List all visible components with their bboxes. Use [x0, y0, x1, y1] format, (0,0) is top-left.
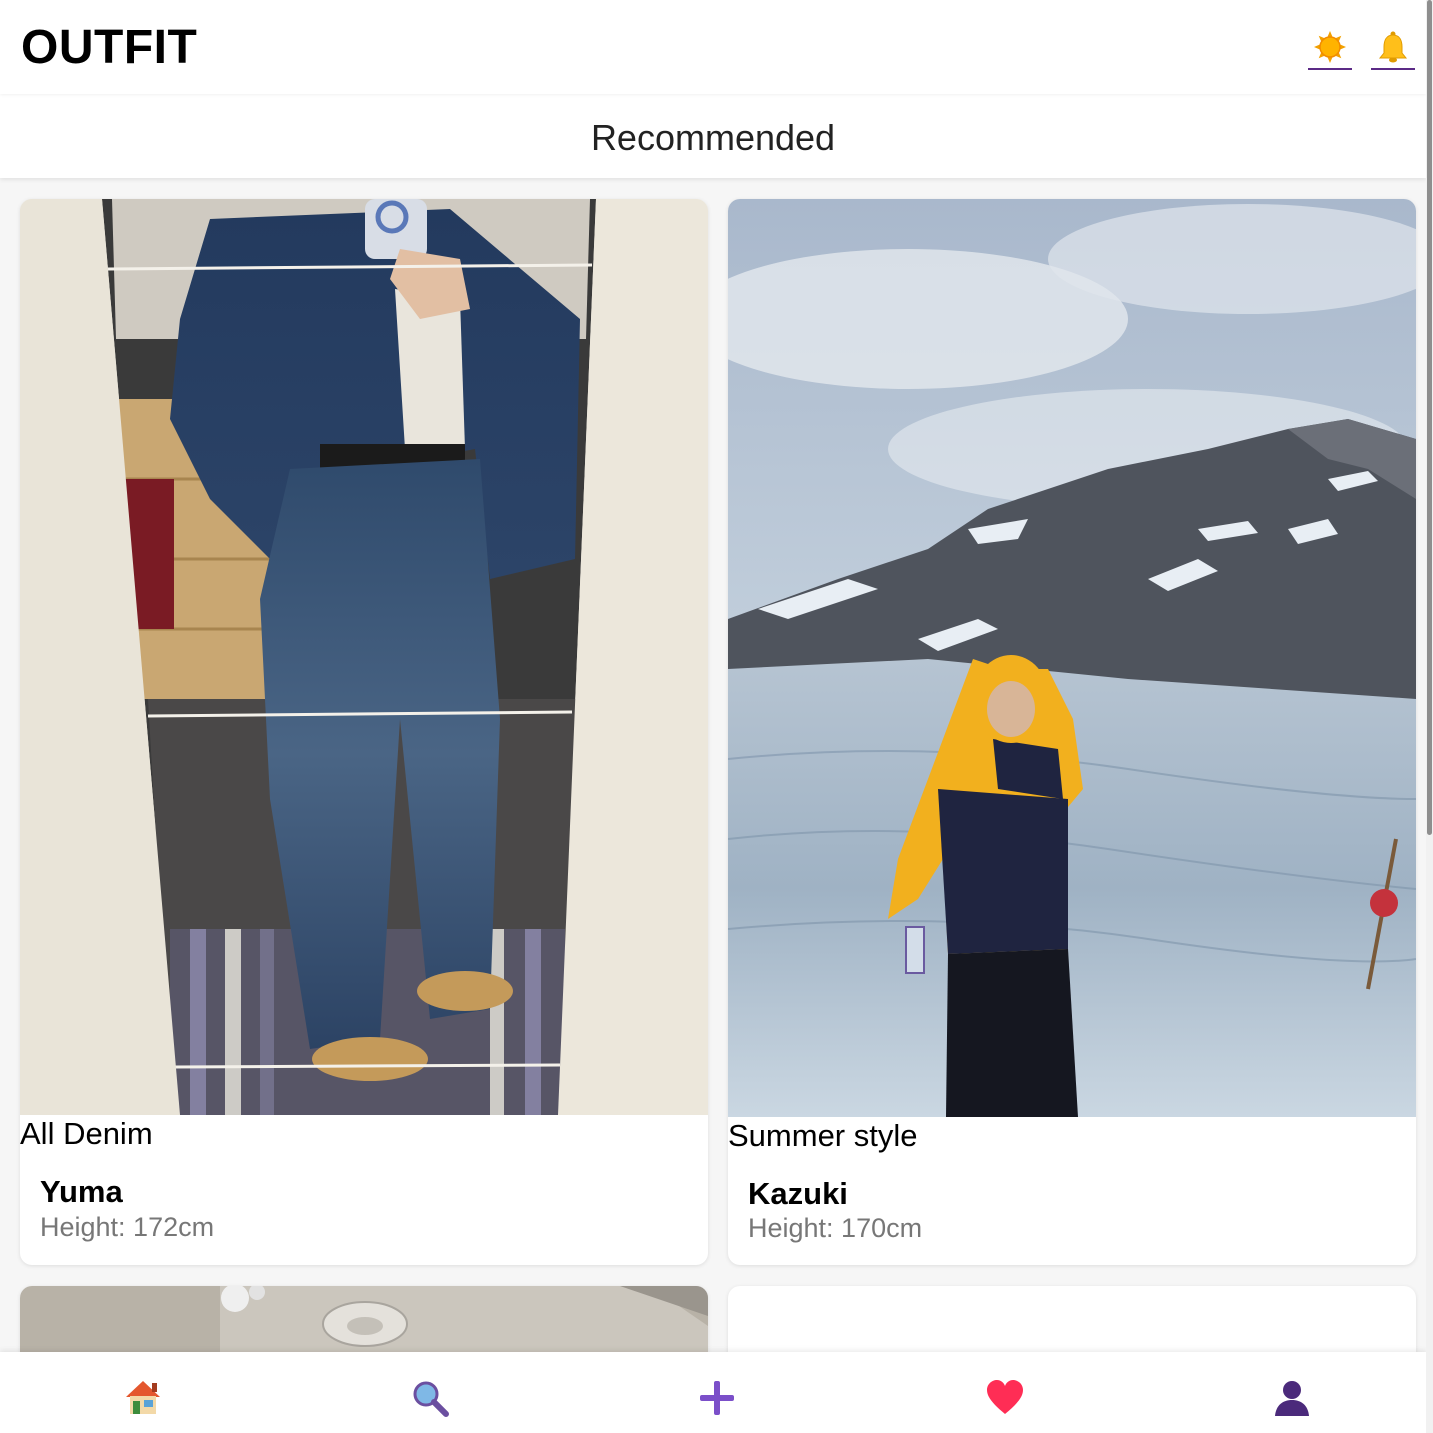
scrollbar-thumb[interactable]	[1427, 0, 1432, 835]
user-height: Height: 172cm	[40, 1212, 215, 1242]
app-screen: OUTFIT Recommended All Denim Yuma Height…	[0, 0, 1433, 1433]
nav-profile[interactable]	[1272, 1378, 1312, 1418]
outfit-photo[interactable]	[728, 199, 1416, 1117]
outfit-title: Summer style	[728, 1118, 918, 1153]
outfit-card[interactable]: All Denim Yuma Height: 172cm	[20, 199, 708, 1265]
theme-toggle-button[interactable]	[1308, 26, 1352, 70]
outfit-feed[interactable]: All Denim Yuma Height: 172cm Summer styl…	[0, 178, 1426, 1352]
top-header: OUTFIT	[0, 0, 1426, 94]
user-height: Height: 170cm	[748, 1213, 923, 1243]
outfit-photo[interactable]	[20, 1286, 708, 1352]
nav-favorites[interactable]	[985, 1378, 1025, 1418]
sun-icon	[1314, 31, 1346, 63]
recommended-header: Recommended	[0, 94, 1426, 178]
nav-home[interactable]	[123, 1378, 163, 1418]
profile-icon	[1275, 1381, 1309, 1416]
bell-icon	[1378, 31, 1408, 63]
nav-search[interactable]	[410, 1378, 450, 1418]
section-title: Recommended	[590, 117, 836, 158]
app-logo: OUTFIT	[21, 21, 198, 74]
bottom-navigation	[0, 1352, 1426, 1433]
outfit-card[interactable]	[20, 1286, 708, 1352]
user-name[interactable]: Kazuki	[748, 1176, 848, 1212]
heart-icon	[987, 1380, 1023, 1414]
home-icon	[126, 1381, 160, 1414]
notifications-button[interactable]	[1371, 26, 1415, 70]
plus-icon	[700, 1381, 734, 1415]
outfit-card[interactable]	[728, 1286, 1416, 1352]
scrollbar[interactable]	[1426, 0, 1433, 1433]
nav-add[interactable]	[697, 1378, 737, 1418]
user-name[interactable]: Yuma	[40, 1174, 123, 1210]
outfit-photo[interactable]	[20, 199, 708, 1115]
outfit-title: All Denim	[20, 1116, 153, 1151]
outfit-card[interactable]: Summer style Kazuki Height: 170cm	[728, 199, 1416, 1265]
search-icon	[413, 1381, 449, 1417]
